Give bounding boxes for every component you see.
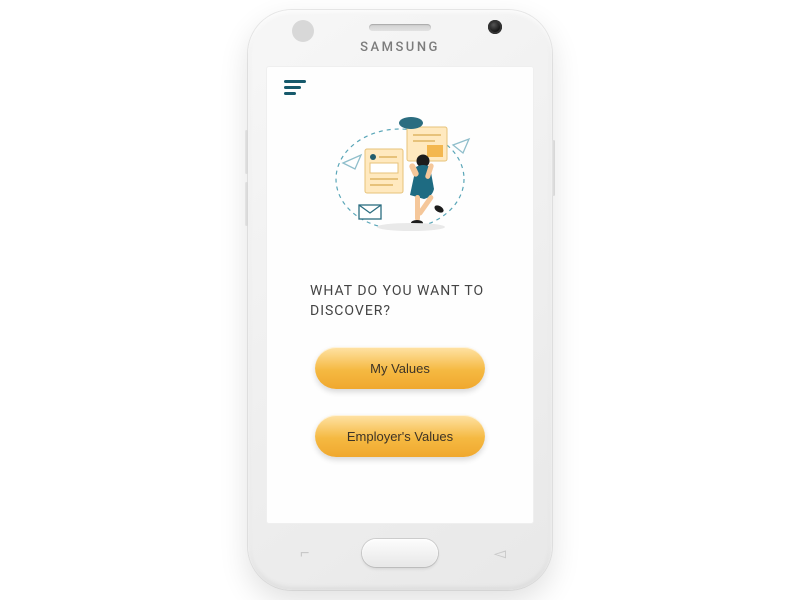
front-camera [488,20,502,34]
home-button[interactable] [362,539,438,567]
menu-icon[interactable] [284,80,306,98]
choice-buttons: My Values Employer's Values [284,347,516,457]
back-softkey: ◅ [494,544,500,563]
device-brand: SAMSUNG [248,40,552,55]
volume-up-button [245,130,248,174]
power-button [552,140,555,196]
recent-apps-softkey: ⌐ [300,543,309,563]
app-screen: WHAT DO YOU WANT TO DISCOVER? My Values … [266,66,534,524]
my-values-button[interactable]: My Values [315,347,485,389]
discover-question: WHAT DO YOU WANT TO DISCOVER? [284,282,516,321]
phone-top-bezel: SAMSUNG [248,10,552,66]
volume-down-button [245,182,248,226]
employer-values-button[interactable]: Employer's Values [315,415,485,457]
phone-frame: SAMSUNG [248,10,552,590]
earpiece-speaker [369,24,431,31]
proximity-sensor [292,20,314,42]
hero-illustration [284,104,516,254]
phone-bottom-bezel: ⌐ ◅ [248,524,552,582]
